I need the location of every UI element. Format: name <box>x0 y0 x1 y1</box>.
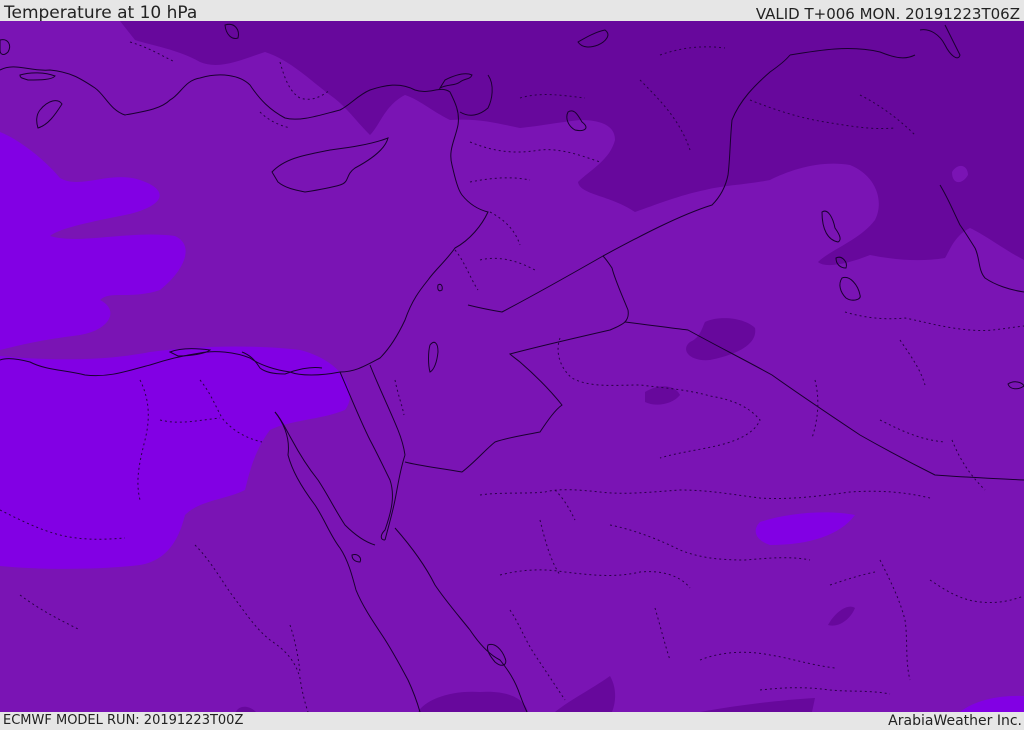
model-run-label: ECMWF MODEL RUN: 20191223T00Z <box>3 713 244 728</box>
brand-credit: ArabiaWeather Inc. <box>888 713 1022 729</box>
map-title: Temperature at 10 hPa <box>4 3 198 23</box>
header-bar: Temperature at 10 hPa VALID T+006 MON. 2… <box>0 0 1024 23</box>
temperature-map[interactable] <box>0 21 1024 712</box>
footer-bar: ECMWF MODEL RUN: 20191223T00Z ArabiaWeat… <box>0 712 1024 729</box>
map-canvas <box>0 21 1024 712</box>
